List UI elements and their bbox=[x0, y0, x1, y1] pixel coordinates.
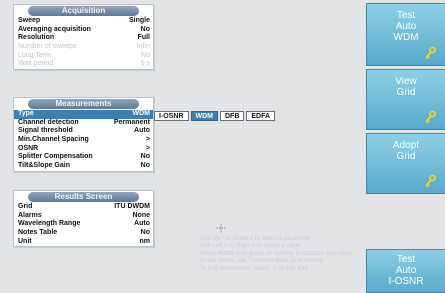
type-option-i-osnr[interactable]: I-OSNR bbox=[154, 111, 189, 121]
help-line: Use Up ^ or Down v to select a parameter bbox=[200, 236, 312, 242]
type-option-dfb[interactable]: DFB bbox=[220, 111, 245, 121]
setting-label: Signal threshold bbox=[18, 127, 73, 135]
setting-row-number-of-sweeps: Number of sweeps Infin bbox=[14, 43, 153, 52]
setting-value: Single bbox=[128, 17, 150, 24]
setting-value: No bbox=[140, 25, 150, 33]
setting-label: Alarms bbox=[18, 211, 42, 219]
test-auto-wdm-button[interactable]: Test Auto WDM bbox=[366, 3, 445, 66]
setting-label: Wait period bbox=[18, 60, 54, 68]
setting-row-averaging[interactable]: Averaging acquisition No bbox=[14, 26, 153, 35]
setting-label: Min.Channel Spacing bbox=[18, 136, 89, 144]
setting-row-tilt-slope-gain[interactable]: Tilt&Slope Gain No bbox=[14, 162, 153, 171]
setting-value: Full bbox=[137, 34, 150, 42]
key-icon bbox=[425, 46, 436, 60]
type-options: I-OSNR WDM DFB EDFA bbox=[154, 111, 277, 121]
setting-value: 5 s bbox=[140, 60, 150, 68]
setting-label: Notes Table bbox=[18, 229, 58, 237]
button-label-line: WDM bbox=[393, 32, 419, 43]
setting-value: No bbox=[140, 162, 150, 170]
setting-row-min-channel-spacing[interactable]: Min.Channel Spacing > bbox=[14, 136, 153, 145]
setting-label: Long Term bbox=[18, 51, 51, 59]
setting-row-notes-table[interactable]: Notes Table No bbox=[14, 229, 153, 238]
button-label-line: Adopt bbox=[392, 140, 420, 151]
setting-row-grid[interactable]: Grid ITU DWDM bbox=[14, 203, 153, 212]
help-line: In sub-menu, use ^ to move back up to th… bbox=[200, 258, 324, 265]
adopt-grid-button[interactable]: Adopt Grid bbox=[366, 133, 445, 194]
type-option-wdm[interactable]: WDM bbox=[190, 111, 218, 121]
setting-row-signal-threshold[interactable]: Signal threshold Auto bbox=[14, 127, 153, 136]
button-label-line: Test bbox=[396, 254, 416, 265]
setting-label: Sweep bbox=[18, 17, 41, 24]
key-icon bbox=[425, 174, 436, 188]
setting-value: ITU DWDM bbox=[114, 203, 150, 210]
setting-value: nm bbox=[139, 237, 151, 245]
setting-value: No bbox=[140, 153, 150, 161]
setting-row-splitter-compensation[interactable]: Splitter Compensation No bbox=[14, 153, 153, 162]
button-label-line: I-OSNR bbox=[388, 276, 424, 287]
setting-label: Unit bbox=[18, 237, 32, 245]
navigation-arrows-icon bbox=[216, 223, 226, 233]
setting-row-long-term: Long Term No bbox=[14, 52, 153, 61]
button-label-line: Auto bbox=[395, 21, 417, 32]
setting-row-resolution[interactable]: Resolution Full bbox=[14, 34, 153, 43]
button-label-line: Auto bbox=[395, 265, 417, 276]
submenu-chevron-icon: > bbox=[145, 144, 150, 152]
setting-value: Infin bbox=[136, 43, 150, 51]
setting-label: Number of sweeps bbox=[18, 43, 77, 51]
view-grid-button[interactable]: View Grid bbox=[366, 69, 445, 130]
setting-row-wavelength-range[interactable]: Wavelength Range Auto bbox=[14, 220, 153, 229]
setting-label: Grid bbox=[18, 203, 33, 210]
setting-value: Auto bbox=[134, 220, 150, 228]
help-text: Use Up ^ or Down v to select a parameter… bbox=[200, 236, 370, 273]
setting-label: Wavelength Range bbox=[18, 220, 81, 228]
help-line: To edit text/number, select -> or Edit K… bbox=[200, 265, 308, 272]
setting-row-channel-detection[interactable]: Channel detection Permanent bbox=[14, 119, 153, 128]
help-line: When Middle Key green on softkey, it val… bbox=[200, 250, 353, 257]
setting-row-alarms[interactable]: Alarms None bbox=[14, 212, 153, 221]
help-line: Use Left < or Right > to select a value bbox=[200, 243, 301, 250]
setting-label: Tilt&Slope Gain bbox=[18, 162, 70, 170]
setting-label: Resolution bbox=[18, 34, 55, 42]
button-label-line: Grid bbox=[396, 87, 416, 98]
setting-row-unit[interactable]: Unit nm bbox=[14, 238, 153, 247]
setting-label: Channel detection bbox=[18, 118, 79, 126]
setting-row-osnr[interactable]: OSNR > bbox=[14, 145, 153, 154]
setting-row-type[interactable]: Type WDM bbox=[14, 110, 153, 119]
key-icon bbox=[425, 110, 436, 124]
setting-value: No bbox=[140, 229, 150, 237]
setting-label: Averaging acquisition bbox=[18, 25, 91, 33]
button-label-line: Grid bbox=[396, 151, 416, 162]
test-auto-i-osnr-button[interactable]: Test Auto I-OSNR bbox=[366, 249, 445, 293]
setting-value: Permanent bbox=[113, 118, 150, 126]
setting-label: Type bbox=[18, 110, 34, 117]
setting-value: Auto bbox=[134, 127, 150, 135]
button-label-line: View bbox=[395, 76, 417, 87]
setting-value: No bbox=[141, 51, 150, 59]
button-label-line: Test bbox=[396, 10, 416, 21]
submenu-chevron-icon: > bbox=[145, 136, 150, 144]
acquisition-panel-title: Acquisition bbox=[28, 6, 139, 16]
setting-row-wait-period: Wait period 5 s bbox=[14, 60, 153, 69]
setting-label: Splitter Compensation bbox=[18, 153, 93, 161]
acquisition-panel: Acquisition Sweep Single Averaging acquis… bbox=[13, 4, 154, 71]
measurements-panel-title: Measurements bbox=[28, 99, 139, 109]
setting-row-sweep[interactable]: Sweep Single bbox=[14, 17, 153, 26]
results-screen-panel: Results Screen Grid ITU DWDM Alarms None W… bbox=[13, 190, 154, 248]
setting-label: OSNR bbox=[18, 144, 39, 152]
measurements-panel: Measurements Type WDM Channel detection Pe… bbox=[13, 97, 154, 172]
setting-value: None bbox=[132, 211, 151, 219]
results-screen-panel-title: Results Screen bbox=[28, 192, 139, 202]
setting-value: WDM bbox=[132, 110, 151, 117]
type-option-edfa[interactable]: EDFA bbox=[246, 111, 276, 121]
